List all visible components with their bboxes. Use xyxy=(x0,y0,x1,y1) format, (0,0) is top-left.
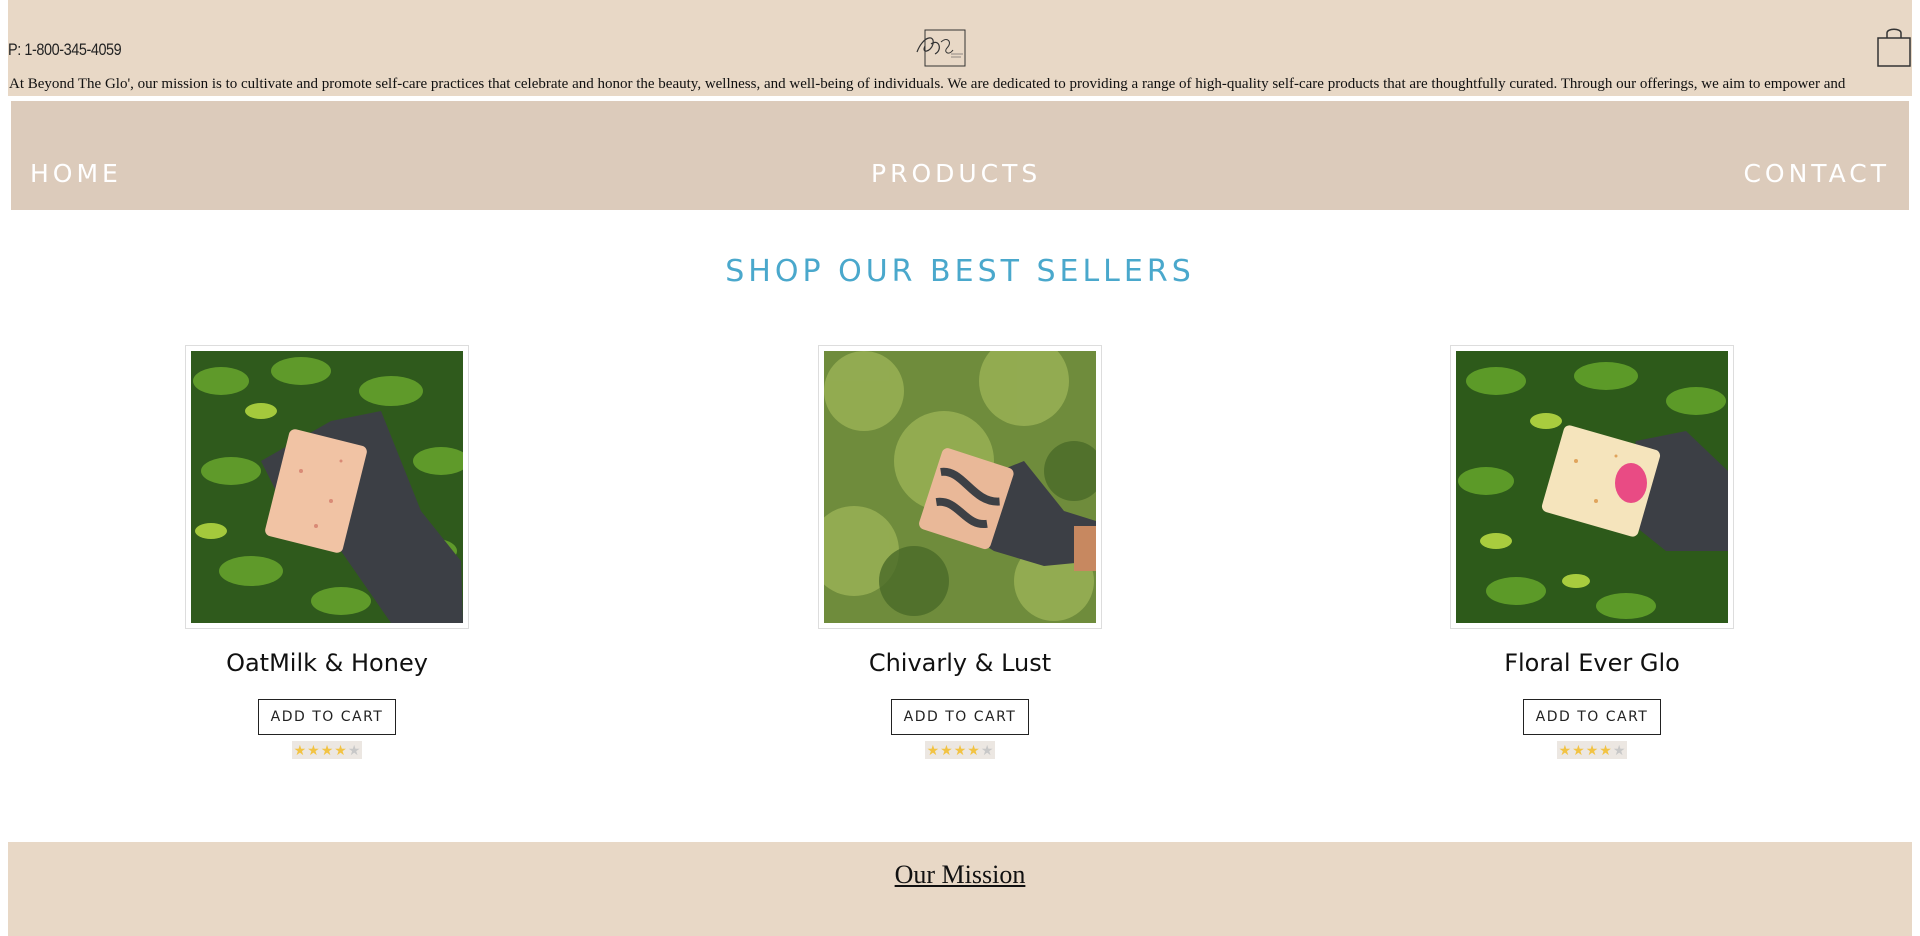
soap-in-glove-image xyxy=(1456,351,1728,623)
mission-text: At Beyond The Glo', our mission is to cu… xyxy=(9,76,1846,92)
star-icon: ★ xyxy=(1558,742,1572,758)
product-card: Chivarly & Lust ADD TO CART ★ ★ ★ ★ ★ xyxy=(818,345,1102,759)
product-card: OatMilk & Honey ADD TO CART ★ ★ ★ ★ ★ xyxy=(185,345,469,759)
star-icon: ★ xyxy=(334,742,347,758)
bg-monogram-logo[interactable] xyxy=(913,28,969,68)
add-to-cart-button[interactable]: ADD TO CART xyxy=(258,699,396,735)
soap-in-glove-image xyxy=(824,351,1096,623)
section-title: SHOP OUR BEST SELLERS xyxy=(725,254,1195,289)
soap-in-glove-image xyxy=(191,351,463,623)
add-to-cart-button[interactable]: ADD TO CART xyxy=(891,699,1029,735)
product-image[interactable] xyxy=(185,345,469,629)
nav-home[interactable]: HOME xyxy=(30,159,122,188)
product-image[interactable] xyxy=(818,345,1102,629)
add-to-cart-button[interactable]: ADD TO CART xyxy=(1523,699,1661,735)
star-rating: ★ ★ ★ ★ ★ xyxy=(925,741,995,759)
star-icon: ★ xyxy=(953,742,967,758)
star-empty-icon: ★ xyxy=(347,742,361,758)
star-rating: ★ ★ ★ ★ ★ xyxy=(1557,741,1627,759)
star-icon: ★ xyxy=(293,742,307,758)
nav-products[interactable]: PRODUCTS xyxy=(871,159,1041,188)
star-icon: ★ xyxy=(1585,742,1599,758)
mission-section: Our Mission xyxy=(8,842,1912,936)
mission-title: Our Mission xyxy=(894,860,1026,889)
star-empty-icon: ★ xyxy=(980,742,994,758)
product-name[interactable]: Chivarly & Lust xyxy=(818,649,1102,677)
product-name[interactable]: OatMilk & Honey xyxy=(185,649,469,677)
phone-number: P: 1-800-345-4059 xyxy=(8,40,122,59)
product-image[interactable] xyxy=(1450,345,1734,629)
product-card: Floral Ever Glo ADD TO CART ★ ★ ★ ★ ★ xyxy=(1450,345,1734,759)
star-rating: ★ ★ ★ ★ ★ xyxy=(292,741,362,759)
star-icon: ★ xyxy=(307,742,320,758)
star-empty-icon: ★ xyxy=(1612,742,1626,758)
star-icon: ★ xyxy=(940,742,953,758)
nav-contact[interactable]: CONTACT xyxy=(1743,159,1890,188)
star-icon: ★ xyxy=(320,742,334,758)
star-icon: ★ xyxy=(967,742,980,758)
main-navigation: HOME PRODUCTS CONTACT xyxy=(11,101,1909,210)
shopping-bag-icon[interactable] xyxy=(1876,26,1912,68)
star-icon: ★ xyxy=(1599,742,1612,758)
star-icon: ★ xyxy=(1572,742,1585,758)
star-icon: ★ xyxy=(926,742,940,758)
product-name[interactable]: Floral Ever Glo xyxy=(1450,649,1734,677)
